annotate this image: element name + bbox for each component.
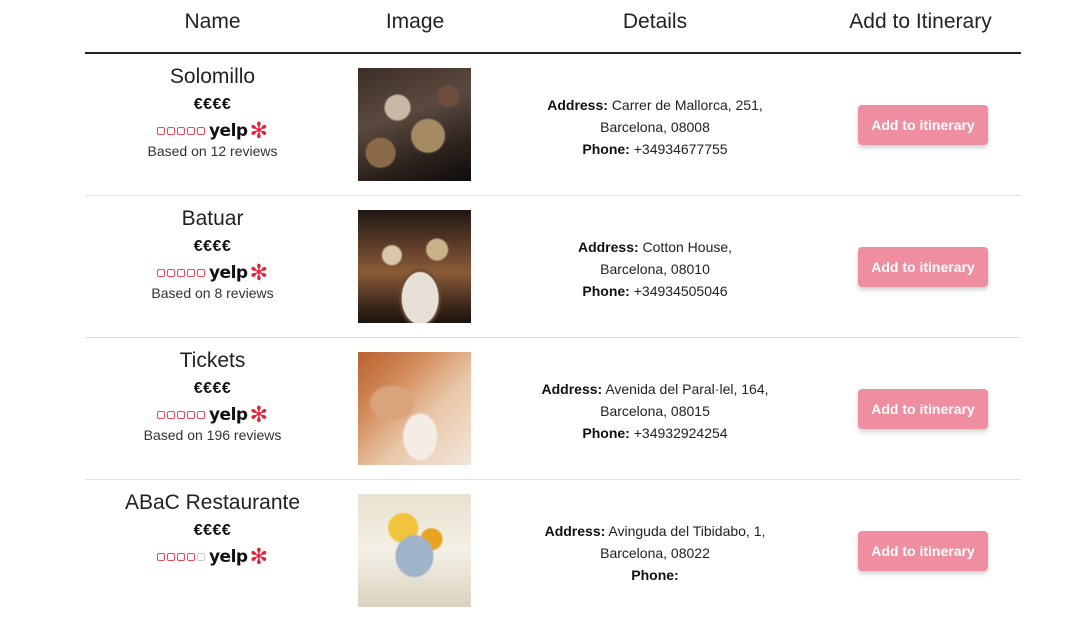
star-icon	[156, 553, 165, 561]
name-cell: ABaC Restaurante €€€€ yelp ✻	[85, 491, 340, 568]
yelp-logo: yelp	[208, 405, 248, 425]
add-to-itinerary-button[interactable]: Add to itinerary	[858, 105, 988, 145]
price-level: €€€€	[193, 96, 232, 113]
phone-label: Phone:	[582, 425, 630, 441]
star-icon	[156, 269, 165, 277]
yelp-burst-icon: ✻	[249, 260, 269, 285]
add-cell: Add to itinerary	[858, 531, 988, 571]
yelp-logo: yelp	[208, 547, 248, 567]
address-line-1: Cotton House,	[642, 239, 733, 255]
add-to-itinerary-button[interactable]: Add to itinerary	[858, 531, 988, 571]
restaurant-image	[358, 494, 471, 607]
yelp-rating: yelp ✻	[85, 546, 340, 568]
star-icon	[196, 127, 205, 135]
add-to-itinerary-button[interactable]: Add to itinerary	[858, 389, 988, 429]
add-cell: Add to itinerary	[858, 389, 988, 429]
name-cell: Solomillo €€€€ yelp ✻ Based on 12 review…	[85, 65, 340, 159]
restaurant-image	[358, 352, 471, 465]
name-cell: Tickets €€€€ yelp ✻ Based on 196 reviews	[85, 349, 340, 443]
restaurant-image	[358, 210, 471, 323]
star-icon	[156, 411, 165, 419]
address-label: Address:	[541, 381, 603, 397]
table-row: ABaC Restaurante €€€€ yelp ✻ Address: Av…	[85, 480, 1021, 621]
table-row: Batuar €€€€ yelp ✻ Based on 8 reviews Ad…	[85, 196, 1021, 338]
phone-label: Phone:	[631, 567, 679, 583]
review-count: Based on 196 reviews	[143, 427, 282, 443]
add-cell: Add to itinerary	[858, 247, 988, 287]
address-line-2: Barcelona, 08022	[600, 545, 710, 561]
yelp-logo: yelp	[208, 263, 248, 283]
header-details: Details	[622, 10, 688, 33]
star-icon	[176, 127, 185, 135]
add-cell: Add to itinerary	[858, 105, 988, 145]
review-count: Based on 12 reviews	[147, 143, 278, 159]
phone-number: +34934505046	[633, 283, 728, 299]
price-level: €€€€	[193, 238, 232, 255]
address-line-1: Avenida del Paral·lel, 164,	[605, 381, 769, 397]
phone-label: Phone:	[582, 283, 630, 299]
details-cell: Address: Cotton House, Barcelona, 08010 …	[505, 236, 805, 302]
review-count: Based on 8 reviews	[151, 285, 274, 301]
price-level: €€€€	[193, 380, 232, 397]
table-row: Solomillo €€€€ yelp ✻ Based on 12 review…	[85, 54, 1021, 196]
name-cell: Batuar €€€€ yelp ✻ Based on 8 reviews	[85, 207, 340, 301]
table-header: Name Image Details Add to Itinerary	[85, 0, 1021, 54]
yelp-logo: yelp	[208, 121, 248, 141]
restaurant-image	[358, 68, 471, 181]
table-row: Tickets €€€€ yelp ✻ Based on 196 reviews…	[85, 338, 1021, 480]
yelp-burst-icon: ✻	[249, 118, 269, 143]
details-cell: Address: Avenida del Paral·lel, 164, Bar…	[505, 378, 805, 444]
details-cell: Address: Carrer de Mallorca, 251, Barcel…	[505, 94, 805, 160]
star-icon	[186, 269, 195, 277]
star-icon	[176, 553, 185, 561]
star-icon	[156, 127, 165, 135]
yelp-rating: yelp ✻	[85, 404, 340, 426]
star-icon	[186, 411, 195, 419]
restaurant-table: Name Image Details Add to Itinerary Solo…	[85, 0, 1021, 621]
address-label: Address:	[577, 239, 639, 255]
address-line-2: Barcelona, 08010	[600, 261, 710, 277]
yelp-burst-icon: ✻	[249, 544, 269, 569]
address-line-1: Carrer de Mallorca, 251,	[611, 97, 763, 113]
phone-number: +34934677755	[633, 141, 728, 157]
star-icon	[166, 127, 175, 135]
star-icon	[166, 411, 175, 419]
address-line-1: Avinguda del Tibidabo, 1,	[608, 523, 766, 539]
star-icon	[166, 269, 175, 277]
star-icon	[196, 411, 205, 419]
phone-label: Phone:	[582, 141, 630, 157]
phone-number: +34932924254	[633, 425, 728, 441]
star-icon	[186, 127, 195, 135]
address-line-2: Barcelona, 08015	[600, 403, 710, 419]
restaurant-name: ABaC Restaurante	[124, 491, 301, 514]
address-label: Address:	[544, 523, 606, 539]
restaurant-name: Batuar	[181, 207, 244, 230]
star-icon	[196, 269, 205, 277]
address-label: Address:	[547, 97, 608, 113]
yelp-rating: yelp ✻	[85, 120, 340, 142]
star-icon	[186, 553, 195, 561]
header-image: Image	[385, 10, 445, 33]
star-icon	[196, 553, 205, 561]
yelp-burst-icon: ✻	[249, 402, 269, 427]
header-name: Name	[184, 10, 241, 33]
yelp-rating: yelp ✻	[85, 262, 340, 284]
address-line-2: Barcelona, 08008	[600, 119, 710, 135]
details-cell: Address: Avinguda del Tibidabo, 1, Barce…	[505, 520, 805, 586]
restaurant-name: Tickets	[179, 349, 246, 372]
price-level: €€€€	[193, 522, 232, 539]
add-to-itinerary-button[interactable]: Add to itinerary	[858, 247, 988, 287]
star-icon	[176, 269, 185, 277]
header-add-to-itinerary: Add to Itinerary	[849, 10, 992, 33]
star-icon	[176, 411, 185, 419]
restaurant-name: Solomillo	[169, 65, 256, 88]
star-icon	[166, 553, 175, 561]
